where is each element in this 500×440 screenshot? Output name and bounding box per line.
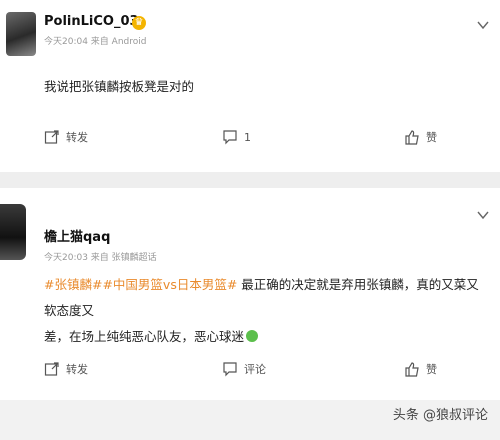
action-bar: 转发 评论 赞 xyxy=(0,358,500,380)
share-icon xyxy=(44,130,59,144)
crown-badge-icon: ♛ xyxy=(132,16,146,30)
comment-label: 评论 xyxy=(244,363,266,376)
like-button[interactable]: 赞 xyxy=(404,126,437,148)
thumbs-up-icon xyxy=(405,130,419,145)
post-meta: 今天20:04 来自 Android xyxy=(44,37,147,47)
like-button[interactable]: 赞 xyxy=(404,358,437,380)
post-text: #张镇麟##中国男篮vs日本男篮# 最正确的决定就是弃用张镇麟，真的又菜又软态度… xyxy=(44,272,488,350)
chevron-down-icon[interactable] xyxy=(476,208,490,222)
post-text: 我说把张镇麟按板凳是对的 xyxy=(44,79,195,94)
hashtag-link[interactable]: #张镇麟# xyxy=(44,277,102,292)
comment-icon xyxy=(223,362,237,377)
comment-button[interactable]: 1 xyxy=(222,126,251,148)
nauseated-emoji-icon xyxy=(246,330,259,342)
post-text-line2: 差，在场上纯纯恶心队友，恶心球迷 xyxy=(44,329,245,344)
share-label: 转发 xyxy=(66,131,88,144)
post-divider xyxy=(0,172,500,188)
username[interactable]: 檐上猫qaq xyxy=(44,226,110,245)
avatar[interactable] xyxy=(6,12,36,56)
hashtag-link[interactable]: #中国男篮vs日本男篮# xyxy=(102,277,237,292)
share-icon xyxy=(44,362,59,376)
comment-icon xyxy=(223,130,237,145)
comment-count: 1 xyxy=(244,130,251,144)
share-button[interactable]: 转发 xyxy=(44,126,88,148)
chevron-down-icon[interactable] xyxy=(476,18,490,32)
weibo-post-2: 檐上猫qaq 今天20:03 来自 张镇麟超话 #张镇麟##中国男篮vs日本男篮… xyxy=(0,188,500,400)
action-bar: 转发 1 赞 xyxy=(0,126,500,148)
share-label: 转发 xyxy=(66,363,88,376)
share-button[interactable]: 转发 xyxy=(44,358,88,380)
username[interactable]: PolinLiCO_03 xyxy=(44,14,139,29)
avatar[interactable] xyxy=(0,204,26,260)
like-label: 赞 xyxy=(426,363,437,376)
post-meta: 今天20:03 来自 张镇麟超话 xyxy=(44,253,157,263)
weibo-post-1: PolinLiCO_03 ♛ 今天20:04 来自 Android 我说把张镇麟… xyxy=(0,0,500,172)
thumbs-up-icon xyxy=(405,362,419,377)
comment-button[interactable]: 评论 xyxy=(222,358,266,380)
watermark-text: 头条 @狼叔评论 xyxy=(392,408,488,423)
like-label: 赞 xyxy=(426,131,437,144)
